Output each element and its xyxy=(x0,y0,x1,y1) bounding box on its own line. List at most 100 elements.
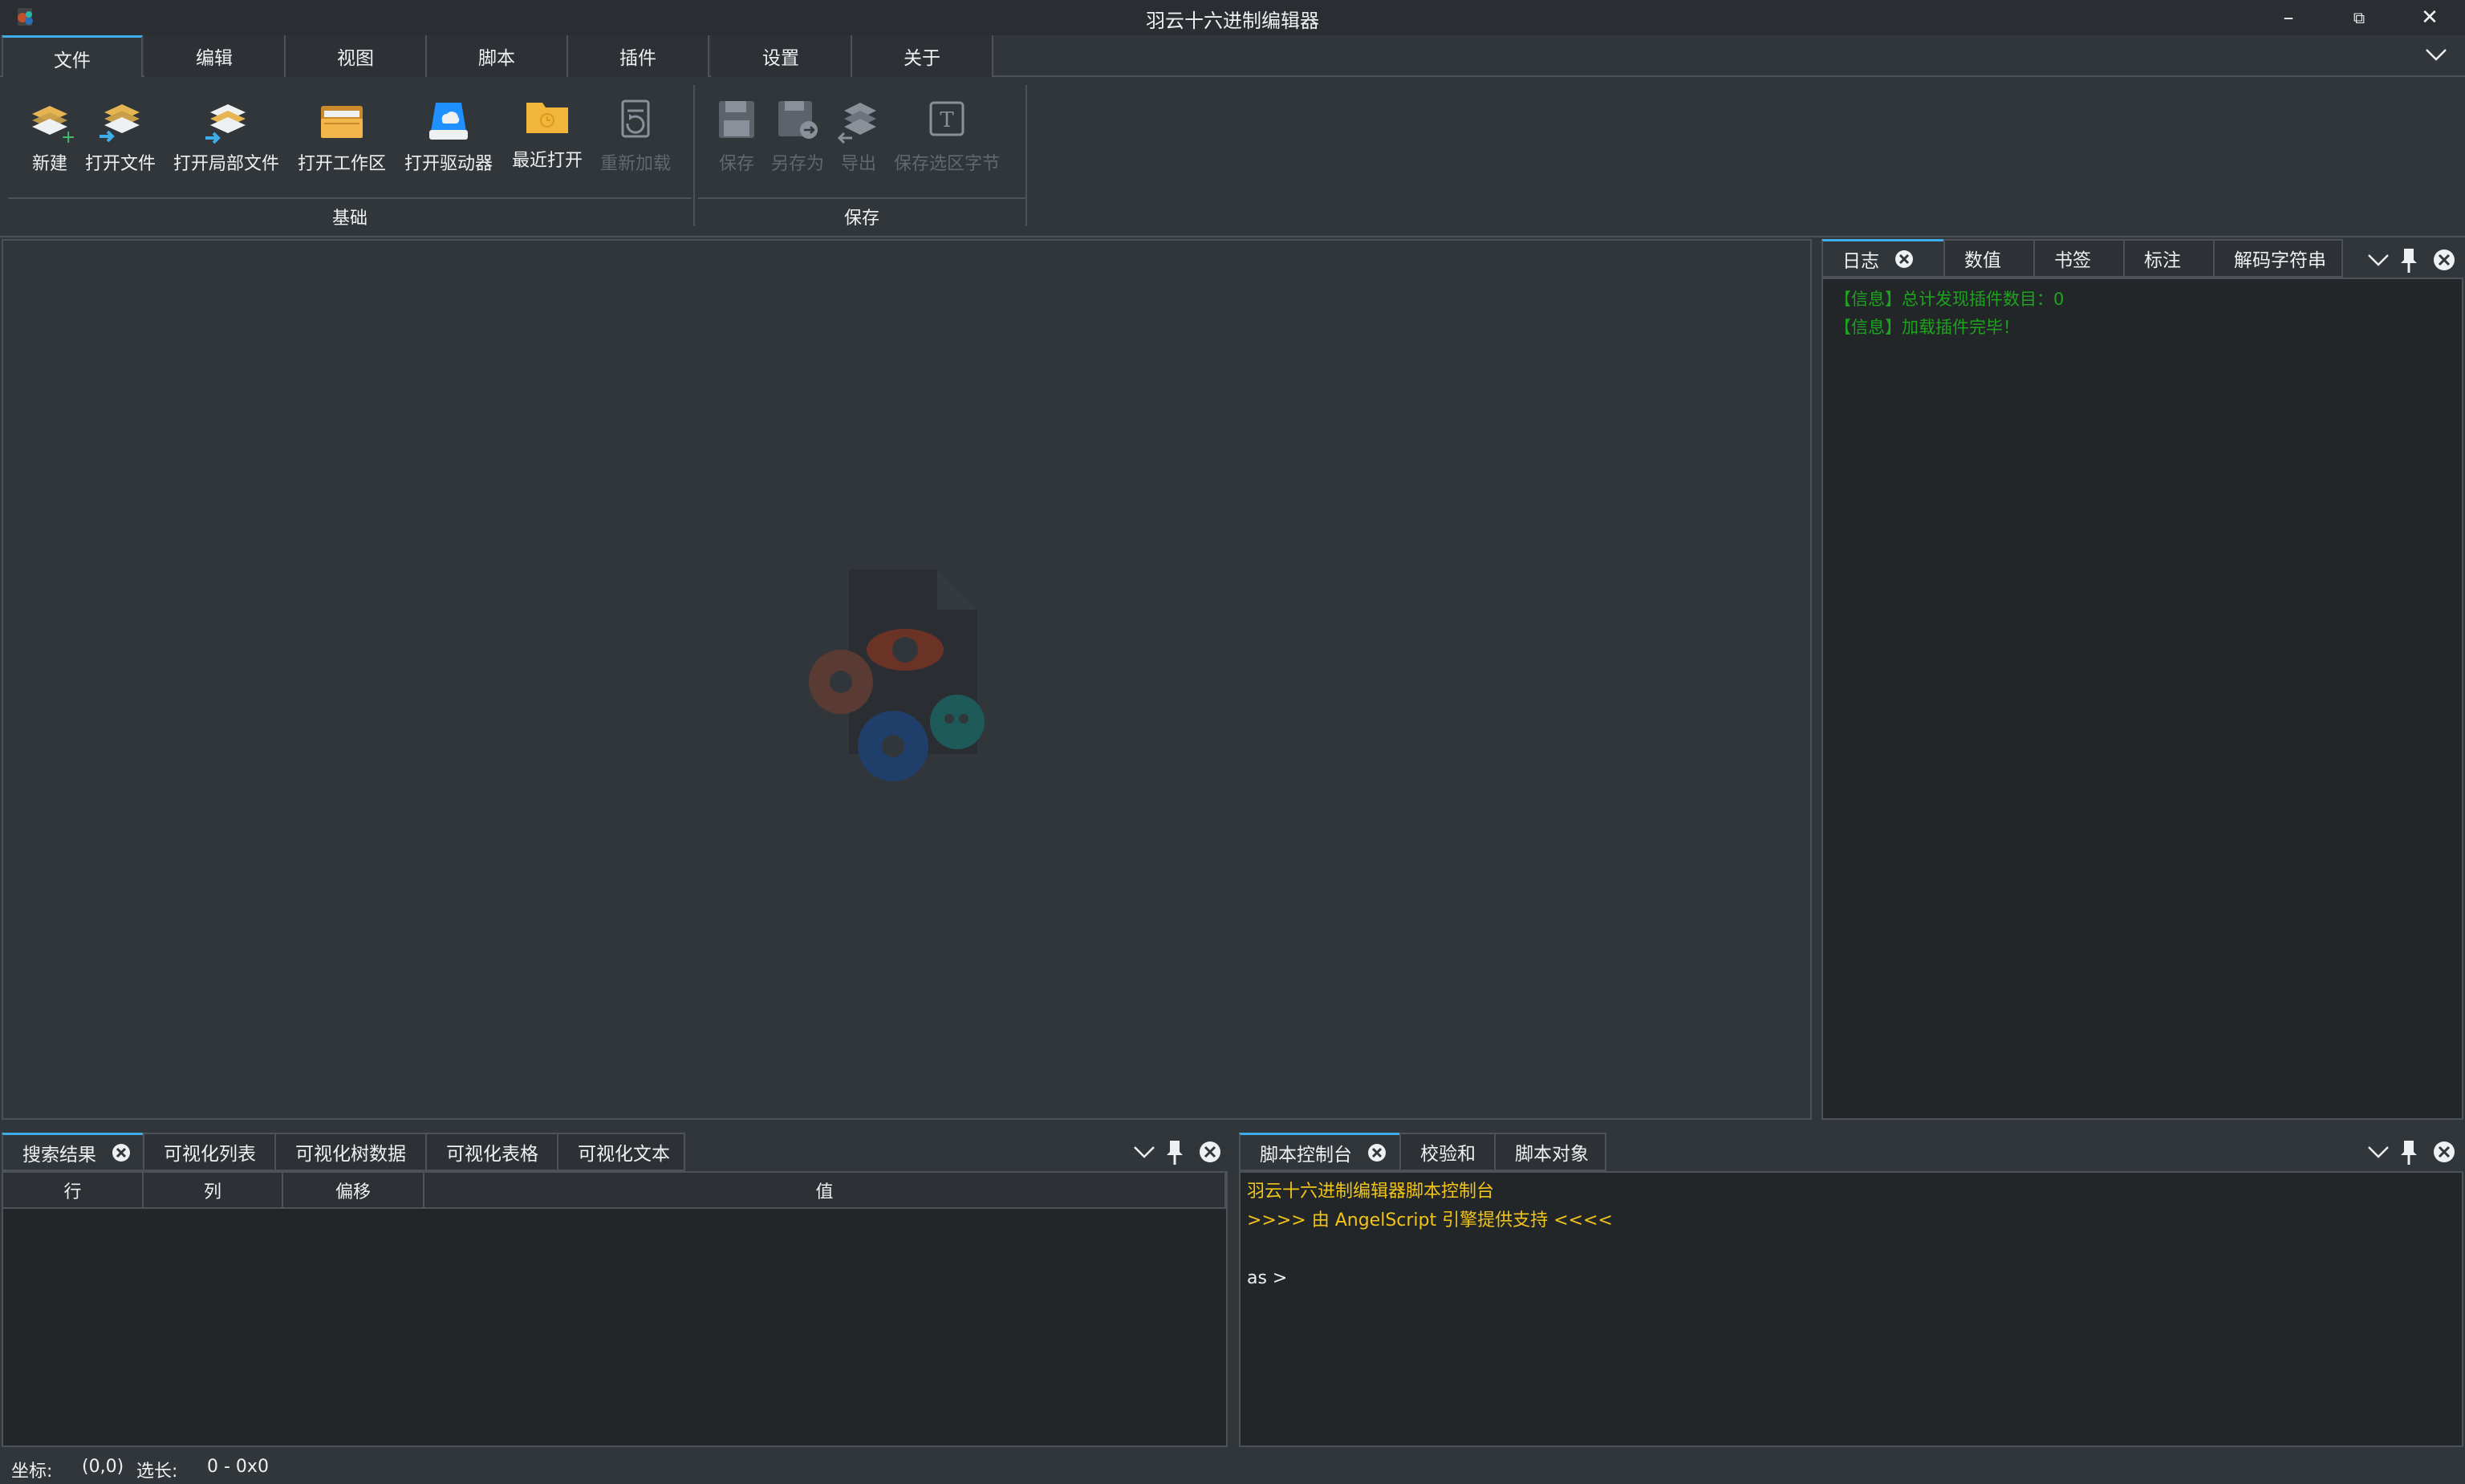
group-divider-save xyxy=(698,197,1025,199)
ribbon-tab-bar: 文件 编辑 视图 脚本 插件 设置 关于 xyxy=(0,35,2465,79)
export-label: 导出 xyxy=(840,154,876,174)
tab-visual-list[interactable]: 可视化列表 xyxy=(143,1133,276,1171)
open-region-file-icon xyxy=(205,104,246,144)
open-file-button[interactable]: 打开文件 xyxy=(82,95,159,175)
reload-label: 重新加载 xyxy=(599,154,671,174)
open-drive-label: 打开驱动器 xyxy=(404,154,493,174)
group-separator xyxy=(1025,85,1027,226)
chevron-down-icon[interactable] xyxy=(2420,40,2452,69)
svg-text:T: T xyxy=(940,108,954,132)
tab-edit[interactable]: 编辑 xyxy=(144,35,286,77)
open-drive-icon xyxy=(429,103,468,140)
group-separator xyxy=(693,85,695,226)
new-button[interactable]: + 新建 xyxy=(24,95,75,175)
app-watermark-icon xyxy=(809,570,985,781)
tab-plugin[interactable]: 插件 xyxy=(568,35,709,77)
group-divider-basic xyxy=(8,197,692,199)
chevron-down-icon[interactable] xyxy=(2364,245,2393,274)
console-line: 羽云十六进制编辑器脚本控制台 xyxy=(1247,1182,1495,1202)
column-header-offset[interactable]: 偏移 xyxy=(282,1173,424,1209)
tab-script-objects[interactable]: 脚本对象 xyxy=(1494,1133,1606,1171)
close-tab-icon[interactable] xyxy=(111,1142,132,1163)
script-console-panel[interactable]: 羽云十六进制编辑器脚本控制台 >>>> 由 AngelScript 引擎提供支持… xyxy=(1239,1171,2463,1447)
open-region-file-label: 打开局部文件 xyxy=(173,154,279,174)
new-button-label: 新建 xyxy=(31,154,67,174)
close-tab-icon[interactable] xyxy=(1367,1142,1387,1163)
coord-value: (0,0) xyxy=(82,1457,124,1477)
tab-search-label: 搜索结果 xyxy=(22,1144,96,1166)
close-dock-icon[interactable] xyxy=(1196,1137,1224,1166)
save-icon xyxy=(719,101,754,138)
tab-about[interactable]: 关于 xyxy=(852,35,993,77)
coord-label: 坐标: xyxy=(11,1462,53,1482)
tab-search-results[interactable]: 搜索结果 xyxy=(2,1133,144,1171)
export-button[interactable]: 导出 xyxy=(835,95,883,175)
editor-area[interactable] xyxy=(2,239,1812,1120)
save-selection-icon: T xyxy=(929,101,964,136)
console-prompt[interactable]: as > xyxy=(1241,1264,2462,1293)
tab-visual-table[interactable]: 可视化表格 xyxy=(425,1133,558,1171)
search-results-panel: 行 列 偏移 值 xyxy=(2,1171,1228,1447)
selection-length-value: 0 - 0x0 xyxy=(207,1457,269,1477)
tab-file[interactable]: 文件 xyxy=(2,35,143,79)
search-results-table: 行 列 偏移 值 xyxy=(3,1173,1226,1209)
chevron-down-icon[interactable] xyxy=(2364,1137,2393,1166)
tab-decode-string[interactable]: 解码字符串 xyxy=(2213,239,2343,278)
status-bar: 坐标: (0,0) 选长: 0 - 0x0 xyxy=(0,1450,2465,1484)
save-as-button[interactable]: 另存为 xyxy=(767,95,828,175)
tab-script-console[interactable]: 脚本控制台 xyxy=(1239,1133,1401,1171)
new-file-icon: + xyxy=(32,106,74,146)
tab-script[interactable]: 脚本 xyxy=(427,35,568,77)
reload-icon xyxy=(621,99,650,138)
column-header-value[interactable]: 值 xyxy=(424,1173,1226,1209)
close-dock-icon[interactable] xyxy=(2430,1137,2459,1166)
restore-button[interactable]: ⧉ xyxy=(2335,2,2383,34)
tab-log[interactable]: 日志 xyxy=(1821,239,1945,278)
log-panel: 【信息】总计发现插件数目：0 【信息】加载插件完毕！ xyxy=(1821,278,2463,1120)
chevron-down-icon[interactable] xyxy=(1130,1137,1159,1166)
tab-log-label: 日志 xyxy=(1842,250,1879,272)
tab-settings[interactable]: 设置 xyxy=(711,35,852,77)
save-selection-button[interactable]: T 保存选区字节 xyxy=(891,95,1003,175)
tab-values[interactable]: 数值 xyxy=(1943,239,2035,278)
close-dock-icon[interactable] xyxy=(2430,245,2459,274)
save-as-label: 另存为 xyxy=(770,154,824,174)
open-workspace-label: 打开工作区 xyxy=(297,154,386,174)
console-line: >>>> 由 AngelScript 引擎提供支持 <<<< xyxy=(1247,1210,1613,1231)
open-file-icon xyxy=(99,104,140,143)
tab-annotations[interactable]: 标注 xyxy=(2123,239,2215,278)
svg-text:+: + xyxy=(61,128,74,146)
open-file-label: 打开文件 xyxy=(84,154,156,174)
group-label-save: 保存 xyxy=(843,209,879,229)
export-icon xyxy=(837,103,876,144)
tab-bookmarks[interactable]: 书签 xyxy=(2033,239,2125,278)
tab-view[interactable]: 视图 xyxy=(286,35,427,77)
tab-visual-text[interactable]: 可视化文本 xyxy=(557,1133,685,1171)
tab-visual-tree[interactable]: 可视化树数据 xyxy=(274,1133,427,1171)
recent-files-button[interactable]: 最近打开 xyxy=(509,91,586,172)
close-window-button[interactable]: ✕ xyxy=(2406,2,2454,34)
log-line: 【信息】加载插件完毕！ xyxy=(1834,318,2020,337)
open-drive-button[interactable]: 打开驱动器 xyxy=(401,95,496,175)
open-region-file-button[interactable]: 打开局部文件 xyxy=(170,95,282,175)
close-tab-icon[interactable] xyxy=(1894,249,1915,270)
ribbon-panel: + 新建 打开文件 打开局部文件 打开工作区 打开驱动器 最近打开 重新加载 基… xyxy=(0,77,2465,237)
open-workspace-icon xyxy=(321,106,363,138)
save-label: 保存 xyxy=(718,154,754,174)
group-label-basic: 基础 xyxy=(331,209,368,229)
tab-checksum[interactable]: 校验和 xyxy=(1399,1133,1496,1171)
column-header-col[interactable]: 列 xyxy=(143,1173,283,1209)
pin-icon[interactable] xyxy=(2394,1137,2423,1166)
minimize-button[interactable]: – xyxy=(2264,2,2313,34)
title-bar: 羽云十六进制编辑器 – ⧉ ✕ xyxy=(0,0,2465,35)
pin-icon[interactable] xyxy=(2394,245,2423,274)
save-selection-label: 保存选区字节 xyxy=(893,154,1000,174)
window-title: 羽云十六进制编辑器 xyxy=(1146,10,1319,32)
open-workspace-button[interactable]: 打开工作区 xyxy=(295,95,388,175)
column-header-row[interactable]: 行 xyxy=(3,1173,144,1209)
save-button[interactable]: 保存 xyxy=(713,95,761,175)
save-as-icon xyxy=(778,101,818,139)
pin-icon[interactable] xyxy=(1160,1137,1189,1166)
reload-button[interactable]: 重新加载 xyxy=(597,95,674,175)
